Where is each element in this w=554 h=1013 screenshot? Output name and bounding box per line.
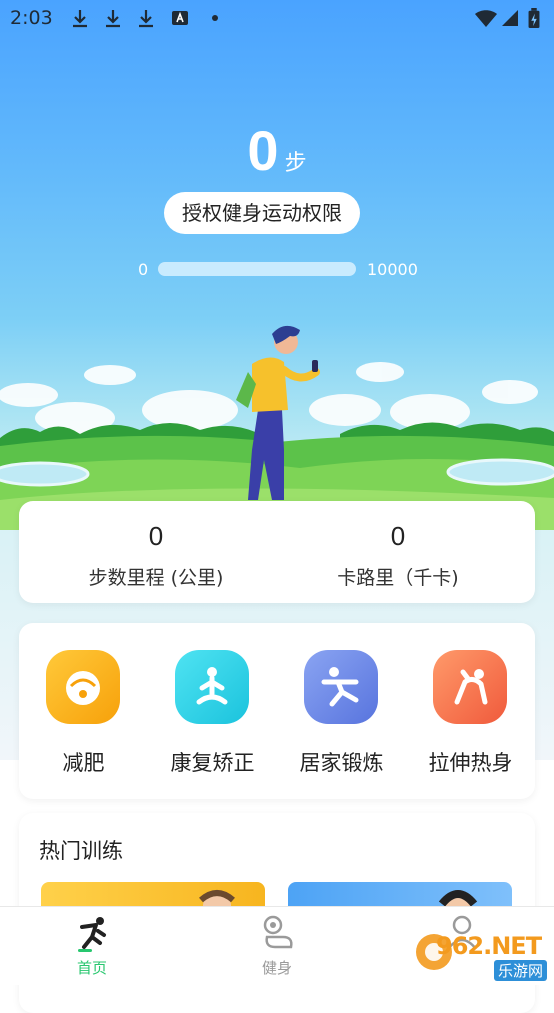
watermark-caption: 乐游网 <box>494 960 548 981</box>
stretch-pose-icon <box>304 650 378 724</box>
stat-label: 卡路里（千卡) <box>337 567 459 589</box>
category-label: 拉伸热身 <box>428 751 513 775</box>
site-watermark: 962.NET 乐游网 <box>412 928 554 981</box>
download-icon <box>73 10 87 28</box>
stats-card: 0 步数里程 (公里) 0 卡路里（千卡) <box>19 501 535 603</box>
signal-icon <box>502 10 518 26</box>
category-weight-loss[interactable]: 减肥 <box>19 623 148 799</box>
meditation-icon <box>175 650 249 724</box>
stat-value: 0 <box>390 521 406 551</box>
download-icon <box>139 10 153 28</box>
stat-calories: 0 卡路里（千卡) <box>269 501 527 603</box>
step-unit: 步 <box>284 151 307 176</box>
authorize-fitness-button[interactable]: 授权健身运动权限 <box>164 192 360 234</box>
battery-charging-icon <box>528 8 540 28</box>
step-counter: 0步 <box>0 118 554 183</box>
fitness-icon <box>263 915 293 949</box>
progress-min-label: 0 <box>138 260 149 279</box>
scale-icon <box>46 650 120 724</box>
watermark-brand: 962.NET <box>436 932 542 960</box>
stat-label: 步数里程 (公里) <box>88 567 224 589</box>
category-stretch[interactable]: 拉伸热身 <box>406 623 535 799</box>
category-label: 减肥 <box>62 751 105 775</box>
dot-icon <box>212 15 218 21</box>
category-card: 减肥 康复矫正 居家锻炼 拉伸热身 <box>19 623 535 799</box>
status-time: 2:03 <box>10 7 53 29</box>
category-label: 康复矫正 <box>170 751 255 775</box>
progress-track <box>158 262 356 276</box>
category-label: 居家锻炼 <box>299 751 384 775</box>
stat-distance: 0 步数里程 (公里) <box>27 501 285 603</box>
keyboard-icon <box>172 11 188 25</box>
category-home-workout[interactable]: 居家锻炼 <box>277 623 406 799</box>
status-bar: 2:03 <box>0 0 554 36</box>
category-rehab[interactable]: 康复矫正 <box>148 623 277 799</box>
yoga-arch-icon <box>433 650 507 724</box>
stat-value: 0 <box>148 521 164 551</box>
tab-label: 首页 <box>76 959 107 977</box>
hot-training-title: 热门训练 <box>39 839 123 863</box>
progress-max-label: 10000 <box>367 260 418 279</box>
tab-label: 健身 <box>261 959 292 977</box>
step-count: 0 <box>247 119 279 182</box>
step-progress: 0 10000 <box>0 258 554 282</box>
tab-fitness[interactable]: 健身 <box>185 907 369 985</box>
landscape-illustration <box>0 325 554 530</box>
download-icon <box>106 10 120 28</box>
wifi-icon <box>475 10 497 27</box>
running-icon <box>78 917 106 952</box>
tab-home[interactable]: 首页 <box>0 907 184 985</box>
